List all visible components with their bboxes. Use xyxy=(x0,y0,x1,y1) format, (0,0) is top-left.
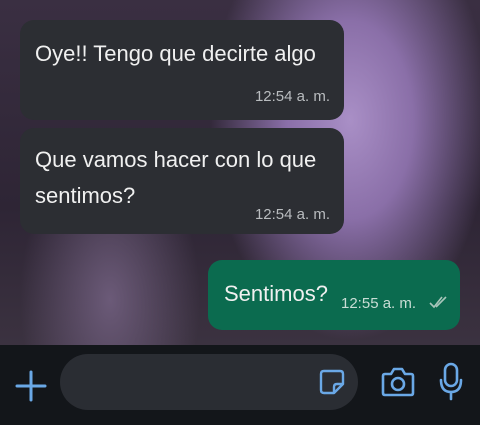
sticker-icon[interactable] xyxy=(319,369,345,395)
message-bubble-incoming[interactable]: Que vamos hacer con lo que sentimos? 12:… xyxy=(20,128,344,234)
message-timestamp: 12:54 a. m. xyxy=(254,206,330,223)
double-check-icon xyxy=(429,296,447,309)
message-bubble-outgoing[interactable]: Sentimos? 12:55 a. m. xyxy=(208,260,460,330)
message-text: Oye!! Tengo que decirte algo xyxy=(35,41,316,66)
plus-icon[interactable] xyxy=(14,369,48,403)
message-timestamp: 12:54 a. m. xyxy=(254,88,330,105)
message-text: Que vamos hacer con lo que sentimos? xyxy=(35,147,317,208)
message-timestamp: 12:55 a. m. xyxy=(341,295,417,312)
message-bubble-incoming[interactable]: Oye!! Tengo que decirte algo 12:54 a. m. xyxy=(20,20,344,120)
camera-icon[interactable] xyxy=(381,366,415,398)
message-text: Sentimos? xyxy=(224,281,328,306)
mic-icon[interactable] xyxy=(438,362,464,402)
message-input[interactable] xyxy=(60,354,358,410)
